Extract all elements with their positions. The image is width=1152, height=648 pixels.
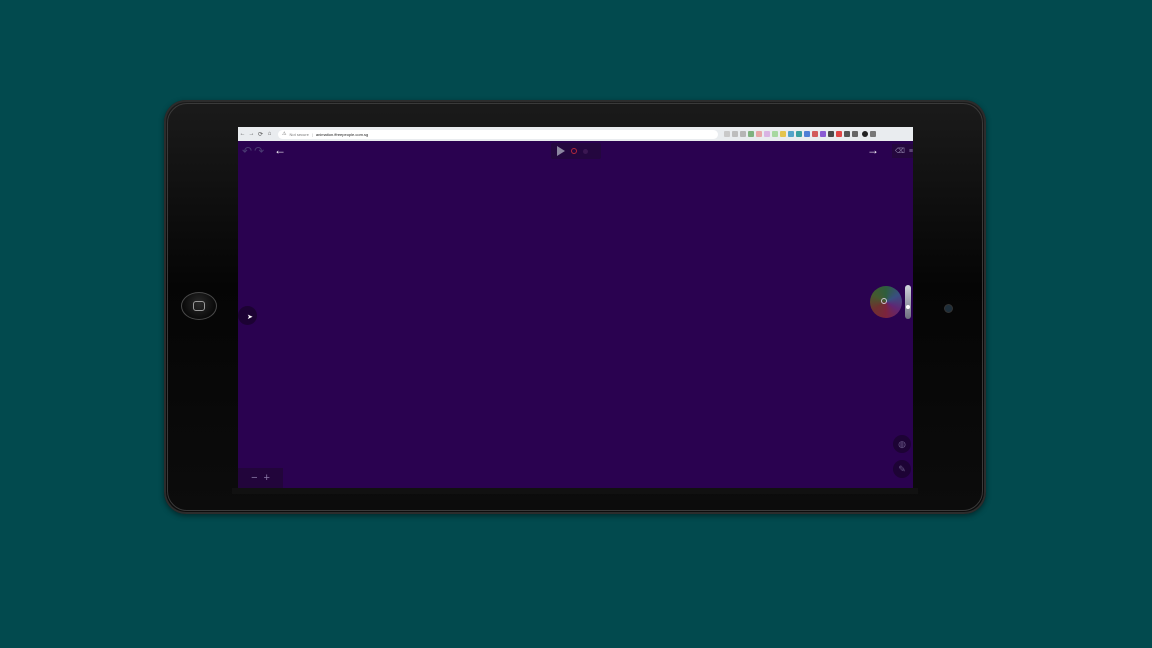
extension-icon[interactable] xyxy=(804,131,810,137)
menu-dots-icon[interactable] xyxy=(870,131,876,137)
color-wheel-picker[interactable] xyxy=(870,286,902,318)
sidebar-icon[interactable] xyxy=(852,131,858,137)
brush-button[interactable]: ✎ xyxy=(893,460,911,478)
url-text: animation.ffreepeople.com.sg xyxy=(315,131,369,137)
next-frame-arrow-icon[interactable]: → xyxy=(867,144,879,156)
zoom-in-button[interactable]: + xyxy=(264,472,270,484)
url-separator: | xyxy=(311,131,313,137)
extension-icon[interactable] xyxy=(820,131,826,137)
brush-icon: ✎ xyxy=(898,463,906,474)
extension-icon[interactable] xyxy=(756,131,762,137)
zoom-out-button[interactable]: − xyxy=(251,472,257,484)
playback-panel xyxy=(551,143,601,159)
share-icon[interactable] xyxy=(732,131,738,137)
mouse-cursor-icon: ➤ xyxy=(247,314,253,321)
security-label: Not secure xyxy=(289,131,309,137)
zoom-controls: − + xyxy=(238,468,283,488)
extension-icon[interactable] xyxy=(828,131,834,137)
extension-icon[interactable] xyxy=(772,131,778,137)
record-icon[interactable] xyxy=(571,148,577,154)
previous-frame-arrow-icon[interactable]: ← xyxy=(274,144,286,156)
screen-bottom-bezel xyxy=(232,488,918,494)
redo-icon[interactable]: ↷ xyxy=(254,145,264,157)
layer-icon: ◍ xyxy=(898,438,906,449)
reload-button[interactable]: ⟳ xyxy=(256,131,265,138)
zoom-icon[interactable] xyxy=(724,131,730,137)
profile-avatar[interactable] xyxy=(862,131,868,137)
home-button[interactable] xyxy=(181,292,217,320)
top-right-tools: ⌫ ≡ xyxy=(892,144,913,158)
camera-icon xyxy=(944,304,953,313)
extension-icon[interactable] xyxy=(748,131,754,137)
extension-icon[interactable] xyxy=(836,131,842,137)
play-icon[interactable] xyxy=(557,146,565,156)
eraser-icon[interactable]: ⌫ xyxy=(895,147,905,155)
extension-icon[interactable] xyxy=(812,131,818,137)
loop-icon[interactable] xyxy=(583,148,588,154)
extension-icon[interactable] xyxy=(780,131,786,137)
browser-toolbar: ← → ⟳ ⌂ ⚠ Not secure | animation.ffreepe… xyxy=(238,127,913,141)
forward-button[interactable]: → xyxy=(247,131,256,137)
tablet-screen: ← → ⟳ ⌂ ⚠ Not secure | animation.ffreepe… xyxy=(238,127,913,488)
brush-size-slider[interactable] xyxy=(905,285,911,319)
desktop-background: ← → ⟳ ⌂ ⚠ Not secure | animation.ffreepe… xyxy=(0,0,1152,648)
home-icon[interactable]: ⌂ xyxy=(265,131,274,137)
warning-icon: ⚠ xyxy=(282,131,287,137)
extension-icons xyxy=(724,131,876,137)
back-button[interactable]: ← xyxy=(238,131,247,137)
star-icon[interactable] xyxy=(740,131,746,137)
undo-icon[interactable]: ↶ xyxy=(242,145,252,157)
extension-icon[interactable] xyxy=(788,131,794,137)
address-bar[interactable]: ⚠ Not secure | animation.ffreepeople.com… xyxy=(278,129,718,139)
layer-button[interactable]: ◍ xyxy=(893,435,911,453)
extension-icon[interactable] xyxy=(764,131,770,137)
puzzle-icon[interactable] xyxy=(844,131,850,137)
extension-icon[interactable] xyxy=(796,131,802,137)
menu-icon[interactable]: ≡ xyxy=(909,148,913,155)
undo-redo-group: ↶ ↷ xyxy=(242,145,264,157)
